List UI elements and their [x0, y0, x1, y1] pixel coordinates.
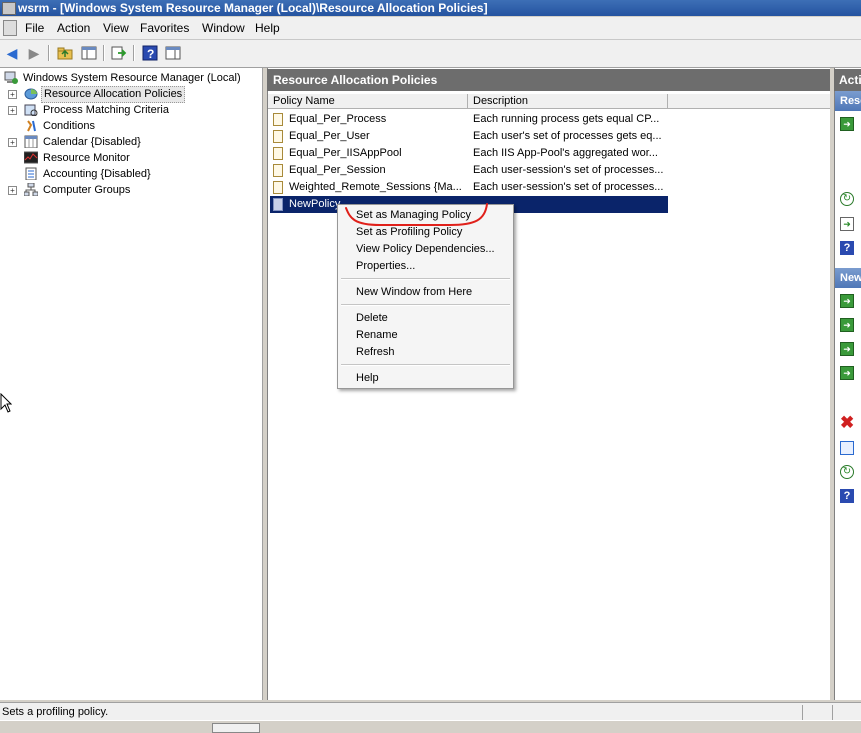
policy-document-icon: [273, 164, 283, 177]
show-action-pane-icon[interactable]: [164, 44, 182, 62]
menu-favorites[interactable]: Favorites: [140, 21, 189, 35]
taskbar-button[interactable]: [212, 723, 260, 733]
menu-action[interactable]: Action: [57, 21, 90, 35]
list-item[interactable]: Weighted_Remote_Sessions {Ma... Each use…: [270, 179, 668, 196]
menu-separator: [341, 278, 510, 280]
menu-item-properties[interactable]: Properties...: [356, 258, 415, 275]
tree-item-label: Resource Monitor: [43, 152, 130, 164]
tree-item-accounting[interactable]: Accounting {Disabled}: [0, 166, 262, 182]
action-group-new[interactable]: New: [835, 268, 861, 288]
results-pane-header: Resource Allocation Policies: [267, 69, 830, 91]
action-pane: [834, 68, 861, 700]
delete-icon[interactable]: ✖: [840, 414, 854, 431]
expand-icon[interactable]: +: [8, 90, 17, 99]
action-group-resource[interactable]: Reso: [835, 91, 861, 111]
menu-item-rename[interactable]: Rename: [356, 327, 398, 344]
tree-item-computer-groups[interactable]: + Computer Groups: [0, 182, 262, 198]
export-list-icon[interactable]: ➜: [840, 217, 854, 231]
tree-item-process-matching-criteria[interactable]: + Process Matching Criteria: [0, 102, 262, 118]
menu-item-view-policy-dependencies[interactable]: View Policy Dependencies...: [356, 241, 495, 258]
action-arrow-icon[interactable]: ➜: [840, 318, 854, 332]
menu-item-help[interactable]: Help: [356, 370, 379, 387]
policy-icon: [24, 88, 38, 100]
policy-document-icon: [273, 181, 283, 194]
back-icon[interactable]: ◀: [3, 44, 21, 62]
refresh-icon[interactable]: ↻: [840, 192, 854, 206]
action-pane-title: Actio: [839, 73, 861, 87]
menu-item-set-as-managing-policy[interactable]: Set as Managing Policy: [356, 207, 471, 224]
menu-separator: [341, 364, 510, 366]
up-folder-icon[interactable]: [56, 44, 74, 62]
results-pane-title: Resource Allocation Policies: [273, 73, 438, 87]
tree-item-label: Calendar {Disabled}: [43, 136, 141, 148]
taskbar-strip: [0, 720, 861, 733]
status-text: Sets a profiling policy.: [2, 706, 109, 718]
forward-icon[interactable]: ▶: [25, 44, 43, 62]
monitor-icon: [24, 151, 38, 164]
menu-item-new-window-from-here[interactable]: New Window from Here: [356, 284, 472, 301]
tree-item-label: Accounting {Disabled}: [43, 168, 151, 180]
computer-groups-icon: [24, 183, 38, 196]
tree-item-resource-monitor[interactable]: Resource Monitor: [0, 150, 262, 166]
criteria-icon: [24, 104, 38, 116]
list-item[interactable]: Equal_Per_Session Each user-session's se…: [270, 162, 668, 179]
tree-root-label: Windows System Resource Manager (Local): [23, 72, 241, 84]
tree-item-calendar[interactable]: + Calendar {Disabled}: [0, 134, 262, 150]
menu-separator: [341, 304, 510, 306]
system-menu-icon[interactable]: [3, 20, 17, 36]
menu-item-refresh[interactable]: Refresh: [356, 344, 395, 361]
mouse-cursor-icon: [0, 393, 12, 413]
tree-item-label: Resource Allocation Policies: [41, 86, 186, 103]
toolbar: ◀ ▶ ?: [0, 40, 861, 68]
menu-view[interactable]: View: [103, 21, 129, 35]
expand-icon[interactable]: +: [8, 186, 17, 195]
rename-icon[interactable]: [840, 441, 854, 455]
menu-item-set-as-profiling-policy[interactable]: Set as Profiling Policy: [356, 224, 462, 241]
calendar-icon: [24, 135, 38, 148]
context-menu: Set as Managing Policy Set as Profiling …: [337, 204, 514, 389]
refresh-icon[interactable]: ↻: [840, 465, 854, 479]
column-header-empty: [668, 94, 830, 109]
app-icon: [2, 2, 16, 15]
policy-document-icon: [273, 198, 283, 211]
menu-file[interactable]: File: [25, 21, 44, 35]
conditions-icon: [27, 120, 36, 132]
policy-document-icon: [273, 113, 283, 126]
list-item[interactable]: Equal_Per_User Each user's set of proces…: [270, 128, 668, 145]
svg-text:?: ?: [147, 47, 154, 61]
list-item[interactable]: Equal_Per_IISAppPool Each IIS App-Pool's…: [270, 145, 668, 162]
action-pane-header: Actio: [834, 69, 861, 91]
list-item[interactable]: Equal_Per_Process Each running process g…: [270, 111, 668, 128]
action-arrow-icon[interactable]: ➜: [840, 294, 854, 308]
action-arrow-icon[interactable]: ➜: [840, 366, 854, 380]
status-bar: Sets a profiling policy.: [0, 702, 861, 721]
show-hide-tree-icon[interactable]: [80, 44, 98, 62]
console-tree: Windows System Resource Manager (Local) …: [0, 68, 263, 700]
help-icon[interactable]: ?: [840, 489, 854, 503]
column-header-description[interactable]: Description: [468, 94, 668, 109]
export-list-icon[interactable]: [110, 44, 128, 62]
tree-item-label: Process Matching Criteria: [43, 104, 169, 116]
help-icon[interactable]: ?: [141, 44, 159, 62]
expand-icon[interactable]: +: [8, 106, 17, 115]
menu-help[interactable]: Help: [255, 21, 280, 35]
tree-item-resource-allocation-policies[interactable]: + Resource Allocation Policies: [0, 86, 262, 103]
menu-item-delete[interactable]: Delete: [356, 310, 388, 327]
policy-document-icon: [273, 147, 283, 160]
column-header-policy-name[interactable]: Policy Name: [268, 94, 468, 109]
action-arrow-icon[interactable]: ➜: [840, 117, 854, 131]
menu-window[interactable]: Window: [202, 21, 245, 35]
policy-document-icon: [273, 130, 283, 143]
menu-bar: File Action View Favorites Window Help: [0, 17, 861, 40]
expand-icon[interactable]: +: [8, 138, 17, 147]
computer-icon: [4, 71, 18, 84]
tree-item-label: Conditions: [43, 120, 95, 132]
accounting-icon: [25, 167, 37, 180]
action-arrow-icon[interactable]: ➜: [840, 342, 854, 356]
tree-item-label: Computer Groups: [43, 184, 131, 196]
window-title: wsrm - [Windows System Resource Manager …: [18, 1, 488, 15]
help-icon[interactable]: ?: [840, 241, 854, 255]
tree-item-conditions[interactable]: Conditions: [0, 118, 262, 134]
title-bar: wsrm - [Windows System Resource Manager …: [0, 0, 861, 16]
